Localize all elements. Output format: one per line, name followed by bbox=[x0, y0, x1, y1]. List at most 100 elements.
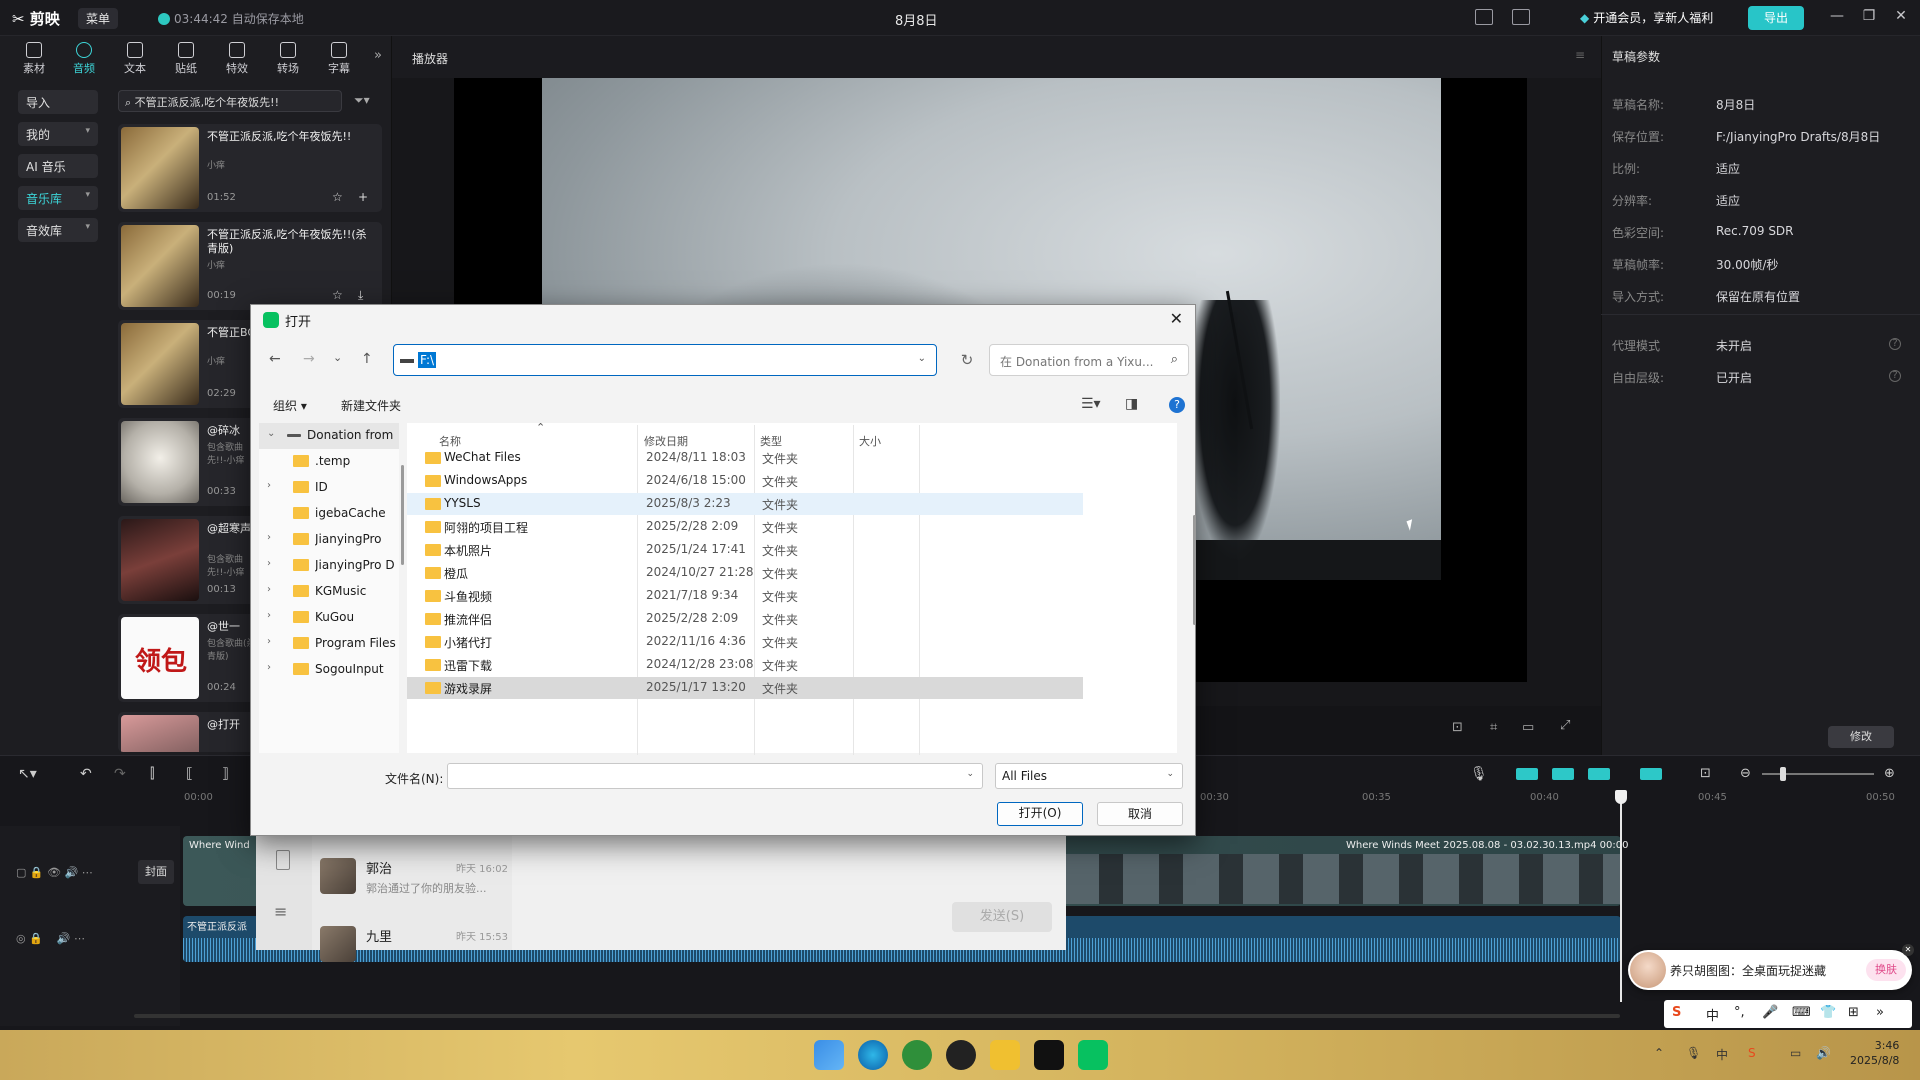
contact-name[interactable]: 郭治 bbox=[366, 858, 392, 877]
tree-item[interactable]: › KGMusic bbox=[259, 579, 399, 605]
timeline-scrollbar[interactable] bbox=[134, 1014, 1620, 1018]
auto-align-icon[interactable] bbox=[1640, 768, 1662, 780]
avatar[interactable] bbox=[320, 858, 356, 894]
zoom-slider-handle[interactable] bbox=[1780, 767, 1786, 781]
tool-transition[interactable]: 转场 bbox=[268, 42, 308, 76]
microphone-icon[interactable]: 🎙 bbox=[1470, 766, 1488, 782]
phone-icon[interactable] bbox=[276, 850, 290, 870]
link-icon[interactable] bbox=[1552, 768, 1574, 780]
menu-icon[interactable]: ≡ bbox=[274, 902, 287, 921]
close-icon[interactable]: ✕ bbox=[1902, 944, 1914, 956]
start-icon[interactable] bbox=[814, 1040, 844, 1070]
preview-axis-icon[interactable] bbox=[1588, 768, 1610, 780]
favorite-icon[interactable]: ☆ bbox=[332, 190, 343, 204]
up-icon[interactable]: ↑ bbox=[361, 351, 373, 367]
expand-icon[interactable]: › bbox=[267, 610, 271, 621]
expand-icon[interactable]: › bbox=[267, 532, 271, 543]
tree-item[interactable]: .temp bbox=[259, 449, 399, 475]
tree-item[interactable]: › ID bbox=[259, 475, 399, 501]
ime-keyboard-icon[interactable]: ⌨ bbox=[1792, 1005, 1811, 1020]
table-row[interactable]: 迅雷下载 2024/12/28 23:08 文件夹 bbox=[407, 654, 1083, 676]
redo-icon[interactable]: ↷ bbox=[114, 766, 126, 782]
ime-punct[interactable]: °, bbox=[1734, 1005, 1745, 1020]
tool-material[interactable]: 素材 bbox=[14, 42, 54, 76]
fit-icon[interactable]: ⊡ bbox=[1700, 766, 1711, 781]
tray-network-icon[interactable]: ▭ bbox=[1790, 1046, 1801, 1060]
tree-item[interactable]: › Program Files bbox=[259, 631, 399, 657]
filter-icon[interactable]: ⏷▾ bbox=[354, 93, 370, 108]
table-row[interactable]: 本机照片 2025/1/24 17:41 文件夹 bbox=[407, 539, 1083, 561]
tray-ime-icon[interactable]: 中 bbox=[1716, 1046, 1728, 1063]
zoom-slider[interactable] bbox=[1762, 773, 1874, 775]
original-ratio-icon[interactable]: ⊡ bbox=[1452, 720, 1463, 735]
table-row[interactable]: YYSLS 2025/8/3 2:23 文件夹 bbox=[407, 493, 1083, 515]
expand-icon[interactable]: › bbox=[267, 636, 271, 647]
split-icon[interactable]: ⫿ bbox=[150, 766, 154, 782]
vip-promo[interactable]: ◆ 开通会员，享新人福利 bbox=[1580, 9, 1713, 26]
snap-icon[interactable] bbox=[1516, 768, 1538, 780]
tool-subtitle[interactable]: 字幕 bbox=[319, 42, 359, 76]
download-icon[interactable]: ⤓ bbox=[358, 288, 363, 303]
favorite-icon[interactable]: ☆ bbox=[332, 288, 343, 302]
cover-button[interactable]: 封面 bbox=[138, 860, 174, 884]
ime-toolbox-icon[interactable]: ⊞ bbox=[1848, 1005, 1859, 1020]
tree-scrollbar[interactable] bbox=[401, 465, 404, 565]
chevron-down-icon[interactable]: ⌄ bbox=[1166, 769, 1174, 779]
info-icon[interactable]: ? bbox=[1889, 338, 1901, 350]
modify-button[interactable]: 修改 bbox=[1828, 726, 1894, 748]
ime-voice-icon[interactable]: 🎤 bbox=[1762, 1005, 1778, 1020]
table-row[interactable]: WeChat Files 2024/8/11 18:03 文件夹 bbox=[407, 447, 1083, 469]
fullscreen-icon[interactable]: ⤢ bbox=[1560, 718, 1570, 733]
tree-item[interactable]: › SogouInput bbox=[259, 657, 399, 683]
tray-mic-icon[interactable]: 🎙 bbox=[1686, 1046, 1701, 1060]
screenshot-icon[interactable]: ⌗ bbox=[1490, 720, 1497, 735]
organize-button[interactable]: 组织 ▾ bbox=[273, 397, 307, 414]
list-item[interactable]: 不管正派反派,吃个年夜饭先!!(杀青版) 小痒 00:19 ☆ ⤓ bbox=[118, 222, 382, 310]
tree-item[interactable]: ⌄ Donation from bbox=[259, 423, 399, 449]
more-tools-icon[interactable]: » bbox=[374, 48, 382, 63]
tray-chevron-icon[interactable]: ⌃ bbox=[1654, 1046, 1664, 1060]
ime-skin-icon[interactable]: 👕 bbox=[1820, 1005, 1836, 1020]
filetype-select[interactable]: All Files ⌄ bbox=[995, 763, 1183, 789]
avatar[interactable] bbox=[320, 926, 356, 962]
chevron-down-icon[interactable]: ⌄ bbox=[918, 353, 926, 364]
playhead[interactable] bbox=[1620, 792, 1622, 1002]
tree-item[interactable]: igebaCache bbox=[259, 501, 399, 527]
audio-track-controls[interactable]: ◎ 🔒 🔊 ⋯ bbox=[16, 932, 85, 945]
view-options-icon[interactable]: ☰▾ bbox=[1081, 396, 1101, 412]
expand-icon[interactable]: › bbox=[267, 662, 271, 673]
chevron-down-icon[interactable]: ⌄ bbox=[966, 769, 974, 779]
sidebar-item-music-library[interactable]: 音乐库 ▾ bbox=[18, 186, 98, 210]
layout-icon[interactable] bbox=[1475, 9, 1493, 25]
expand-icon[interactable]: ⌄ bbox=[267, 428, 275, 439]
contact-name[interactable]: 九里 bbox=[366, 926, 392, 945]
info-icon[interactable]: ? bbox=[1889, 370, 1901, 382]
table-row[interactable]: 游戏录屏 2025/1/17 13:20 文件夹 bbox=[407, 677, 1083, 699]
table-row[interactable]: 阿翎的项目工程 2025/2/28 2:09 文件夹 bbox=[407, 516, 1083, 538]
expand-icon[interactable]: › bbox=[267, 480, 271, 491]
desktop-pet-toast[interactable]: 养只胡图图：全桌面玩捉迷藏 换肤 bbox=[1628, 950, 1912, 990]
clock[interactable]: 3:46 2025/8/8 bbox=[1850, 1038, 1899, 1068]
preview-pane-icon[interactable]: ◨ bbox=[1125, 396, 1138, 412]
expand-icon[interactable]: › bbox=[267, 558, 271, 569]
file-list-scrollbar[interactable] bbox=[1193, 515, 1196, 625]
help-icon[interactable]: ? bbox=[1169, 397, 1185, 413]
sogou-logo-icon[interactable]: S bbox=[1672, 1005, 1681, 1020]
forward-icon[interactable]: → bbox=[303, 351, 315, 367]
minimize-icon[interactable]: — bbox=[1826, 8, 1848, 24]
sidebar-item-mine[interactable]: 我的 ▾ bbox=[18, 122, 98, 146]
tool-sticker[interactable]: 贴纸 bbox=[166, 42, 206, 76]
expand-icon[interactable]: › bbox=[267, 584, 271, 595]
maximize-icon[interactable]: ❐ bbox=[1858, 8, 1880, 24]
tree-item[interactable]: › KuGou bbox=[259, 605, 399, 631]
export-button[interactable]: 导出 bbox=[1748, 6, 1804, 30]
ime-lang[interactable]: 中 bbox=[1706, 1005, 1719, 1024]
sidebar-item-import[interactable]: 导入 bbox=[18, 90, 98, 114]
trim-left-icon[interactable]: ⟦ bbox=[186, 766, 193, 782]
sidebar-item-sound-effects[interactable]: 音效库 ▾ bbox=[18, 218, 98, 242]
tray-sogou-icon[interactable]: S bbox=[1748, 1046, 1756, 1060]
tree-item[interactable]: › JianyingPro bbox=[259, 527, 399, 553]
search-input[interactable]: 在 Donation from a Yixu... ⌕ bbox=[989, 344, 1189, 376]
close-icon[interactable]: ✕ bbox=[1170, 309, 1183, 328]
recent-dropdown-icon[interactable]: ⌄ bbox=[333, 351, 342, 364]
